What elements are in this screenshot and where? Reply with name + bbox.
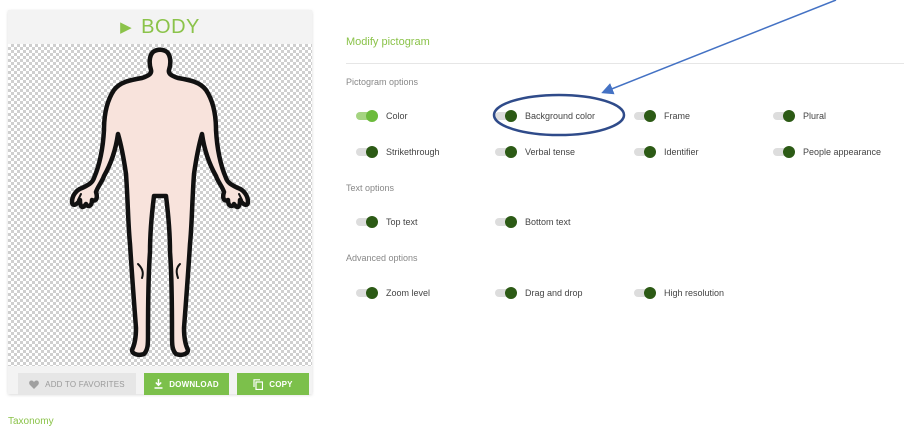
option-strikethrough[interactable]: Strikethrough: [356, 146, 440, 158]
people-appearance-toggle[interactable]: [773, 146, 795, 158]
copy-icon: [253, 378, 264, 390]
option-frame[interactable]: Frame: [634, 110, 691, 122]
option-drag-and-drop[interactable]: Drag and drop: [495, 287, 583, 299]
option-label: Top text: [386, 217, 418, 227]
play-triangle-icon: ▶: [120, 19, 133, 36]
verbal-tense-toggle[interactable]: [495, 146, 517, 158]
option-label: Verbal tense: [525, 147, 576, 157]
option-label: Identifier: [664, 147, 699, 157]
download-icon: [154, 379, 163, 389]
color-toggle[interactable]: [356, 110, 378, 122]
heart-icon: [29, 380, 39, 389]
option-color[interactable]: Color: [356, 110, 408, 122]
copy-button[interactable]: COPY: [237, 373, 309, 395]
bottom-text-toggle[interactable]: [495, 216, 517, 228]
background-color-toggle[interactable]: [495, 110, 517, 122]
plural-toggle[interactable]: [773, 110, 795, 122]
pictogram-title-text: BODY: [141, 15, 200, 38]
option-people-appearance[interactable]: People appearance: [773, 146, 882, 158]
add-to-favorites-button[interactable]: ADD TO FAVORITES: [18, 373, 136, 395]
option-background-color[interactable]: Background color: [495, 110, 596, 122]
option-top-text[interactable]: Top text: [356, 216, 418, 228]
pictogram-canvas: [8, 44, 312, 366]
option-label: Strikethrough: [386, 147, 440, 157]
option-label: Frame: [664, 111, 691, 121]
strikethrough-toggle[interactable]: [356, 146, 378, 158]
option-label: Zoom level: [386, 288, 431, 298]
option-zoom-level[interactable]: Zoom level: [356, 287, 431, 299]
annotation-arrow: [601, 0, 837, 95]
option-plural[interactable]: Plural: [773, 110, 827, 122]
option-label: People appearance: [803, 147, 882, 157]
option-label: Color: [386, 111, 408, 121]
option-label: Plural: [803, 111, 827, 121]
top-text-toggle[interactable]: [356, 216, 378, 228]
zoom-level-toggle[interactable]: [356, 287, 378, 299]
high-resolution-toggle[interactable]: [634, 287, 656, 299]
modify-pictogram-heading: Modify pictogram: [346, 36, 430, 48]
option-label: Bottom text: [525, 217, 571, 227]
download-button[interactable]: DOWNLOAD: [144, 373, 229, 395]
pictogram-options-label: Pictogram options: [346, 77, 419, 87]
advanced-options-label: Advanced options: [346, 253, 418, 263]
option-label: Background color: [525, 111, 596, 121]
download-label: DOWNLOAD: [169, 379, 219, 389]
body-pictogram: [69, 47, 251, 358]
divider: [346, 63, 904, 64]
identifier-toggle[interactable]: [634, 146, 656, 158]
option-high-resolution[interactable]: High resolution: [634, 287, 725, 299]
pictogram-card: ▶ BODY ADD TO FAVORITES DOWNLOAD COPY: [8, 10, 312, 395]
option-label: Drag and drop: [525, 288, 583, 298]
copy-label: COPY: [269, 379, 293, 389]
text-options-label: Text options: [346, 183, 395, 193]
frame-toggle[interactable]: [634, 110, 656, 122]
option-identifier[interactable]: Identifier: [634, 146, 699, 158]
option-label: High resolution: [664, 288, 725, 298]
option-bottom-text[interactable]: Bottom text: [495, 216, 571, 228]
add-to-favorites-label: ADD TO FAVORITES: [45, 379, 125, 389]
option-verbal-tense[interactable]: Verbal tense: [495, 146, 576, 158]
pictogram-title: ▶ BODY: [8, 10, 312, 44]
taxonomy-heading: Taxonomy: [8, 416, 54, 427]
drag-and-drop-toggle[interactable]: [495, 287, 517, 299]
